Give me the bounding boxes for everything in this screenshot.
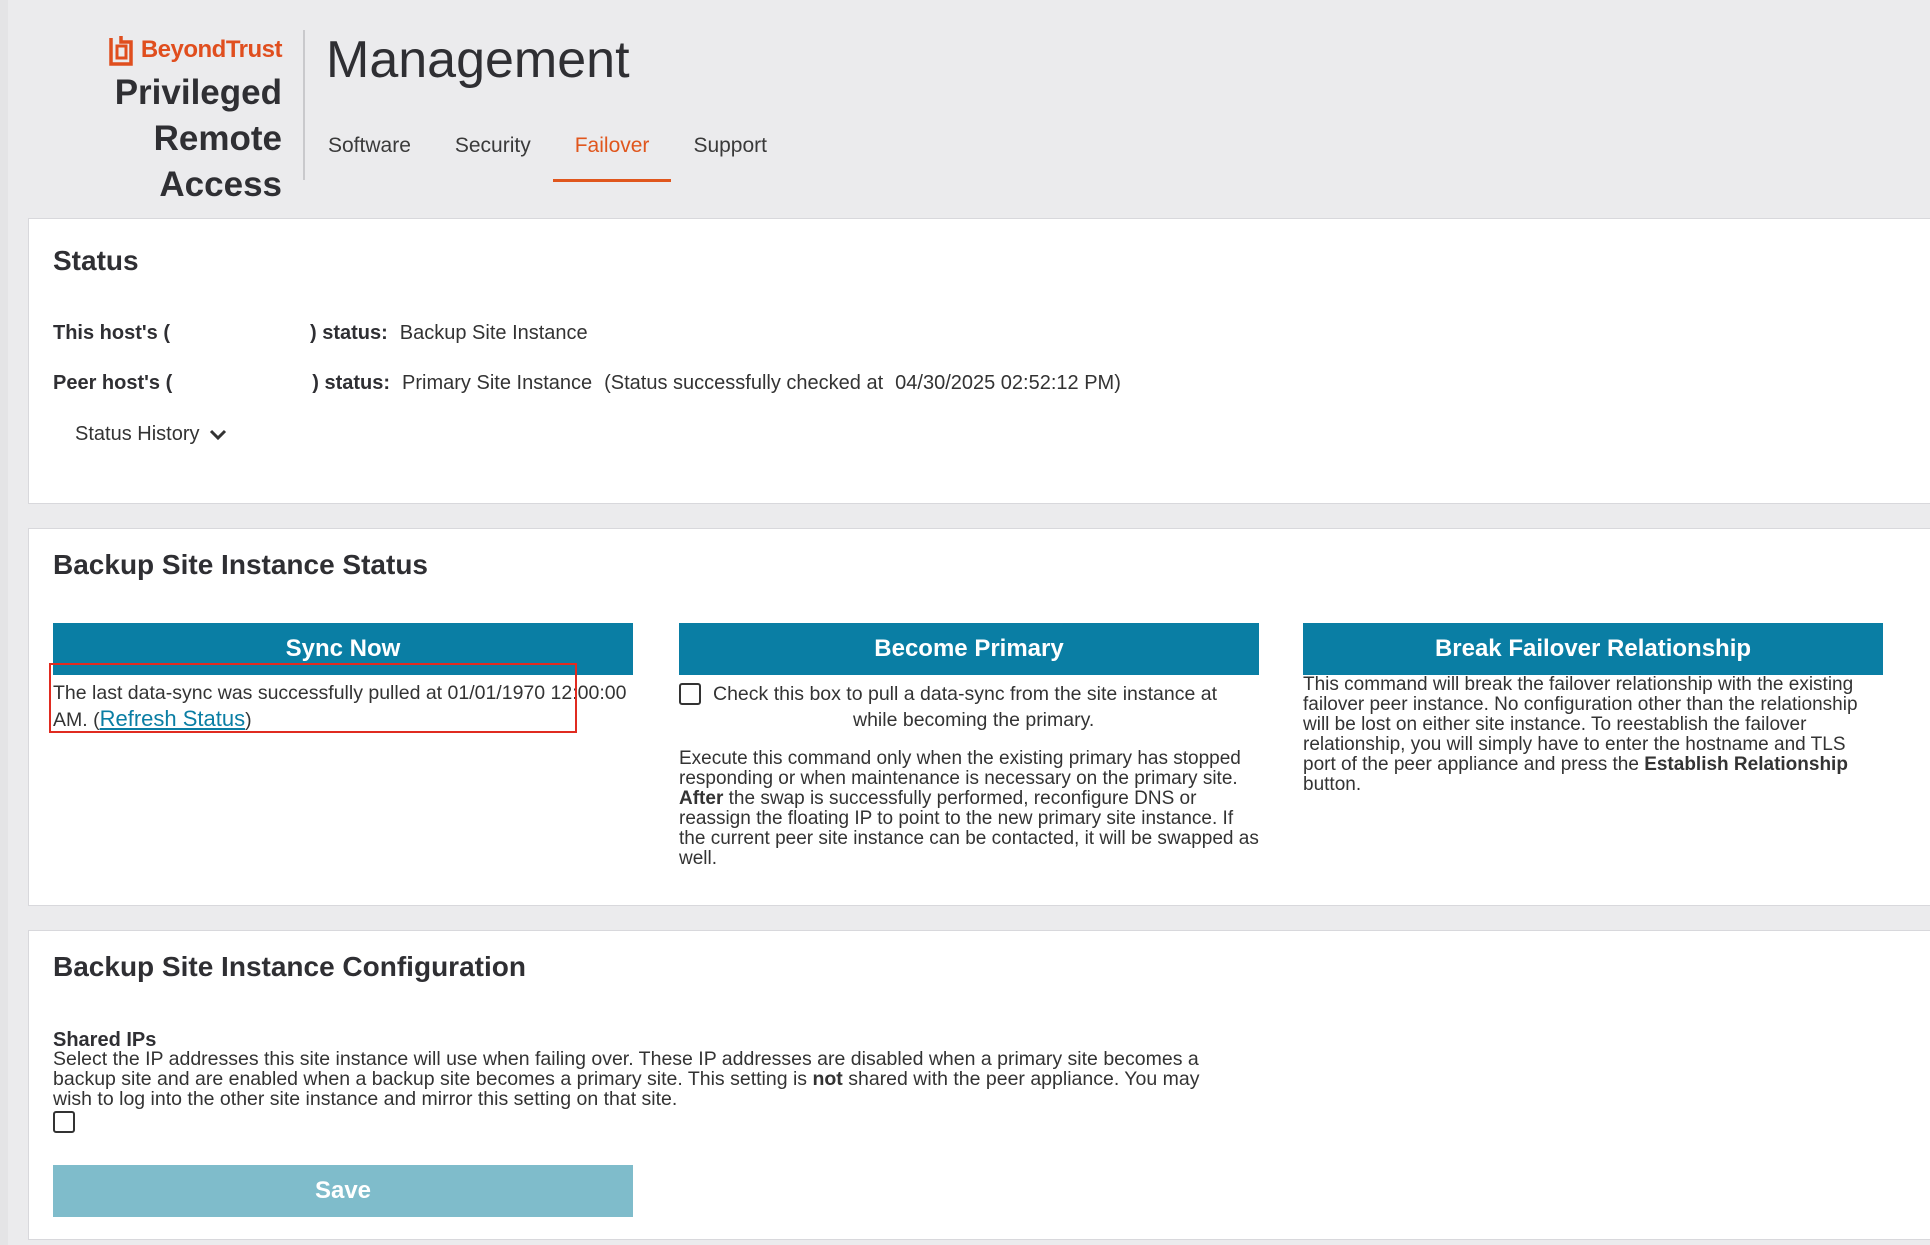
tab-software[interactable]: Software [306, 118, 433, 184]
become-primary-desc-1: Execute this command only when the exist… [679, 748, 1241, 789]
peer-checked-time: 04/30/2025 02:52:12 PM) [895, 372, 1121, 394]
break-failover-desc: This command will break the failover rel… [1303, 675, 1883, 795]
become-primary-checkbox-label: Check this box to pull a data-sync from … [713, 681, 1217, 733]
brand-block: BeyondTrust Privileged Remote Access [30, 30, 283, 208]
tab-security[interactable]: Security [433, 118, 553, 184]
become-primary-button[interactable]: Become Primary [679, 623, 1259, 675]
page-title: Management [326, 31, 630, 89]
become-primary-checkbox[interactable] [679, 683, 701, 705]
this-host-status-row: This host's ( ) status: Backup Site Inst… [53, 322, 588, 345]
logo: BeyondTrust [30, 30, 283, 70]
shared-ips-desc: Select the IP addresses this site instan… [53, 1049, 1243, 1109]
save-button[interactable]: Save [53, 1165, 633, 1217]
logo-text: BeyondTrust [140, 36, 283, 63]
not-bold: not [812, 1068, 843, 1090]
become-primary-column: Become Primary Check this box to pull a … [679, 623, 1259, 869]
checkbox-label-line2: while becoming the primary. [853, 709, 1095, 731]
config-panel: Backup Site Instance Configuration Share… [28, 930, 1930, 1240]
backup-status-title: Backup Site Instance Status [53, 549, 429, 580]
checkbox-label-line1: Check this box to pull a data-sync from … [713, 683, 1218, 705]
status-history-label: Status History [75, 423, 200, 445]
peer-host-label-start: Peer host's ( [53, 372, 173, 394]
peer-host-label-end: ) status: [312, 372, 391, 394]
this-host-label-start: This host's ( [53, 322, 170, 344]
tab-support[interactable]: Support [671, 118, 789, 184]
peer-host-status-value: Primary Site Instance [402, 372, 593, 394]
this-host-status-value: Backup Site Instance [399, 322, 588, 344]
become-primary-checkbox-row: Check this box to pull a data-sync from … [679, 681, 1259, 733]
this-host-label-end: ) status: [309, 322, 388, 344]
status-panel: Status This host's ( ) status: Backup Si… [28, 218, 1930, 504]
tab-bar: Software Security Failover Support [306, 118, 789, 184]
break-failover-column: Break Failover Relationship This command… [1303, 623, 1883, 795]
status-history-toggle[interactable]: Status History [75, 423, 227, 446]
chevron-down-icon [210, 429, 227, 440]
left-edge-strip [0, 0, 8, 1245]
status-title: Status [53, 245, 139, 276]
config-title: Backup Site Instance Configuration [53, 951, 526, 982]
become-primary-desc-2: After the swap is successfully performed… [679, 789, 1259, 869]
header-divider [303, 30, 305, 180]
beyondtrust-logo-icon [109, 36, 133, 66]
backup-status-panel: Backup Site Instance Status Sync Now The… [28, 528, 1930, 906]
after-bold: After [679, 788, 724, 809]
tab-failover[interactable]: Failover [552, 118, 672, 184]
sync-highlight-box [49, 663, 577, 733]
break-failover-desc-end: button. [1303, 774, 1362, 795]
sync-now-column: Sync Now The last data-sync was successf… [49, 623, 633, 733]
break-failover-button[interactable]: Break Failover Relationship [1303, 623, 1883, 675]
product-name-line1: Privileged [114, 73, 282, 112]
peer-checked-text: (Status successfully checked at [604, 372, 884, 394]
shared-ip-checkbox[interactable] [53, 1111, 75, 1133]
product-name-line2: Remote Access [153, 119, 282, 204]
become-primary-desc-2-text: the swap is successfully performed, reco… [679, 788, 1259, 869]
peer-host-status-row: Peer host's ( ) status: Primary Site Ins… [53, 372, 1121, 395]
establish-relationship-bold: Establish Relationship [1644, 754, 1848, 775]
